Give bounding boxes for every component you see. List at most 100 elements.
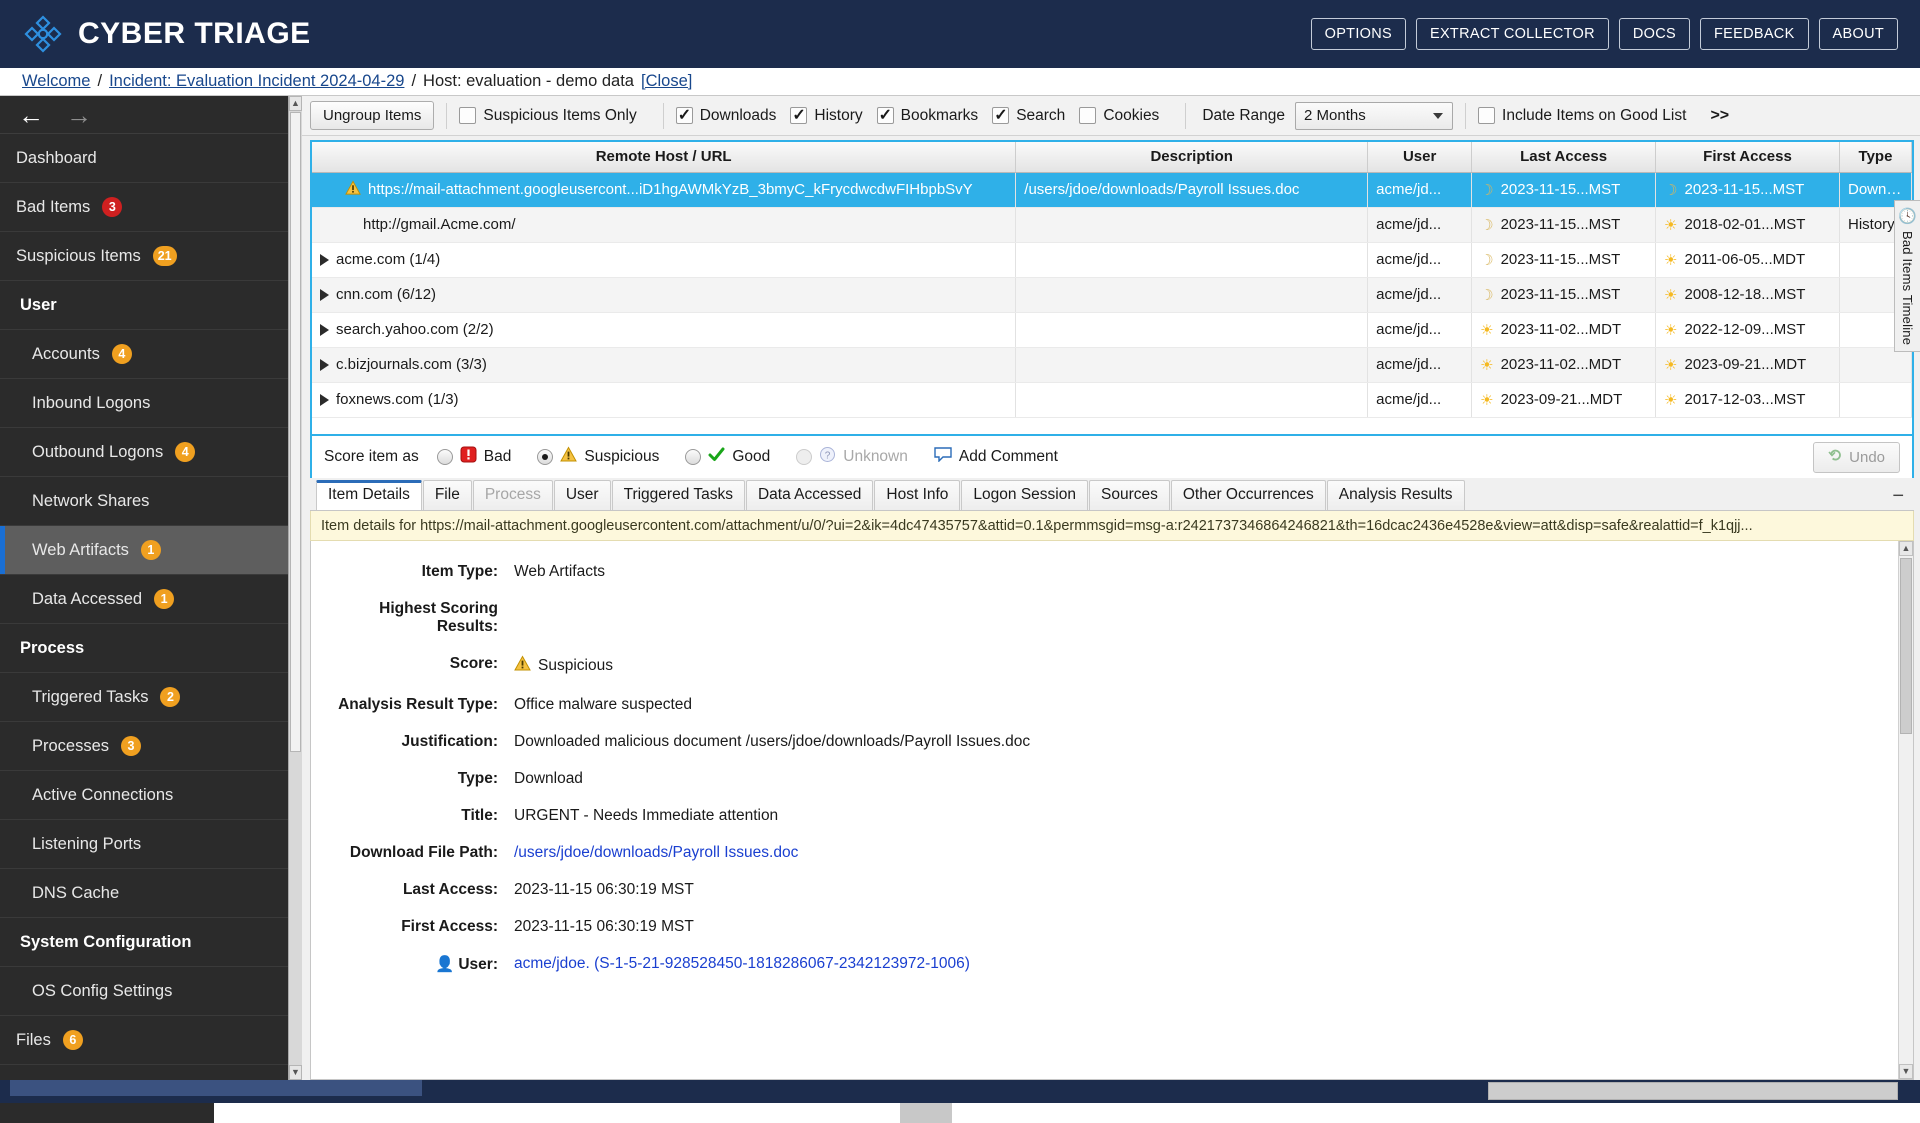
toolbar-more-icon[interactable]: >> (1706, 105, 1733, 127)
sidebar-item-accounts[interactable]: Accounts 4 (0, 330, 302, 379)
sidebar-item-os-config-settings[interactable]: OS Config Settings (0, 967, 302, 1016)
timestamp-text: 2008-12-18...MST (1684, 286, 1806, 303)
tab-logon-session[interactable]: Logon Session (961, 480, 1088, 510)
tab-triggered-tasks[interactable]: Triggered Tasks (611, 480, 745, 510)
expand-triangle-icon[interactable] (320, 253, 329, 266)
score-item-bar: Score item as Bad Suspicious Good ? Unkn… (310, 436, 1914, 478)
tab-data-accessed[interactable]: Data Accessed (745, 480, 874, 510)
table-column-header[interactable]: Type (1839, 142, 1912, 173)
search-checkbox[interactable]: Search (992, 105, 1065, 125)
bad-items-timeline-tab[interactable]: 🕓 Bad Items Timeline (1894, 200, 1920, 352)
scroll-down-icon[interactable]: ▼ (1899, 1064, 1913, 1079)
sidebar-item-files[interactable]: Files 6 (0, 1016, 302, 1065)
sidebar-item-label: Accounts (32, 344, 100, 363)
table-column-header[interactable]: Remote Host / URL (312, 142, 1017, 173)
date-range-select[interactable]: 2 Months (1295, 101, 1454, 130)
table-row[interactable]: cnn.com (6/12) acme/jd... ☽ 2023-11-15...MS… (312, 277, 1912, 313)
timestamp-text: 2023-09-21...MDT (1500, 391, 1623, 408)
tab-file[interactable]: File (422, 480, 472, 510)
breadcrumb-welcome[interactable]: Welcome (22, 72, 90, 91)
table-row[interactable]: foxnews.com (1/3) acme/jd... ☀ 2023-09-21..… (312, 382, 1912, 418)
breadcrumb-incident[interactable]: Incident: Evaluation Incident 2024-04-29 (109, 72, 404, 91)
about-button[interactable]: ABOUT (1818, 18, 1898, 50)
sidebar-scroll-thumb[interactable] (290, 112, 301, 752)
table-row[interactable]: c.bizjournals.com (3/3) acme/jd... ☀ 2023-1… (312, 347, 1912, 383)
include-good-list-checkbox[interactable]: Include Items on Good List (1478, 107, 1686, 125)
sidebar-item-outbound-logons[interactable]: Outbound Logons 4 (0, 428, 302, 477)
arrow-left-icon[interactable]: ← (18, 102, 44, 128)
sidebar-item-active-connections[interactable]: Active Connections (0, 771, 302, 820)
table-column-header[interactable]: User (1367, 142, 1473, 173)
details-scroll-thumb[interactable] (1900, 558, 1912, 734)
downloads-checkbox[interactable]: Downloads (675, 105, 776, 125)
expand-triangle-icon[interactable] (320, 358, 329, 371)
sidebar: ← → Dashboard Bad Items 3 Suspicious Items 2… (0, 96, 302, 1080)
table-column-header[interactable]: First Access (1655, 142, 1840, 173)
expand-triangle-icon[interactable] (320, 323, 329, 336)
sidebar-item-dns-cache[interactable]: DNS Cache (0, 869, 302, 918)
ungroup-items-button[interactable]: Ungroup Items (310, 101, 435, 130)
sidebar-item-dashboard[interactable]: Dashboard (0, 134, 302, 183)
scroll-up-icon[interactable]: ▲ (1899, 541, 1913, 556)
table-column-header[interactable]: Description (1015, 142, 1369, 173)
score-option-good[interactable]: Good (685, 446, 770, 468)
score-value-label: Suspicious (538, 657, 613, 674)
tab-user[interactable]: User (553, 480, 611, 510)
table-row[interactable]: search.yahoo.com (2/2) acme/jd... ☀ 2023-11… (312, 312, 1912, 348)
scroll-down-icon[interactable]: ▼ (289, 1065, 302, 1080)
sidebar-item-data-accessed[interactable]: Data Accessed 1 (0, 575, 302, 624)
suspicious-items-only-checkbox[interactable]: Suspicious Items Only (459, 107, 637, 125)
table-row[interactable]: https://mail-attachment.googleusercont..… (312, 172, 1912, 208)
options-button[interactable]: OPTIONS (1310, 18, 1406, 50)
table-row[interactable]: http://gmail.Acme.com/acme/jd... ☽ 2023-11… (312, 207, 1912, 243)
add-comment-button[interactable]: Add Comment (934, 447, 1058, 467)
feedback-button[interactable]: FEEDBACK (1699, 18, 1809, 50)
sidebar-item-label: Active Connections (32, 785, 174, 804)
user-link[interactable]: acme/jdoe. (S-1-5-21-928528450-181828606… (514, 955, 970, 974)
sidebar-item-listening-ports[interactable]: Listening Ports (0, 820, 302, 869)
arrow-right-icon[interactable]: → (66, 102, 92, 128)
sidebar-item-processes[interactable]: Processes 3 (0, 722, 302, 771)
checkbox-label: History (814, 106, 863, 124)
moon-icon: ☽ (1480, 216, 1494, 234)
sidebar-item-network-shares[interactable]: Network Shares (0, 477, 302, 526)
tab-other-occurrences[interactable]: Other Occurrences (1170, 480, 1326, 510)
table-row[interactable]: acme.com (1/4) acme/jd... ☽ 2023-11-15...MS… (312, 242, 1912, 278)
score-option-bad[interactable]: Bad (436, 446, 511, 468)
score-option-suspicious[interactable]: Suspicious (537, 446, 659, 468)
breadcrumb-close-link[interactable]: [Close] (641, 72, 692, 91)
table-column-header[interactable]: Last Access (1471, 142, 1657, 173)
minimize-icon[interactable]: − (1892, 486, 1904, 510)
detail-key: Highest Scoring Results: (379, 600, 498, 635)
detail-tabs: Item Details File Process User Triggered Tas… (310, 478, 1914, 511)
tab-host-info[interactable]: Host Info (874, 480, 961, 510)
expand-triangle-icon[interactable] (320, 393, 329, 406)
sidebar-item-suspicious-items[interactable]: Suspicious Items 21 (0, 232, 302, 281)
scroll-up-icon[interactable]: ▲ (289, 96, 302, 111)
horizontal-scrollbar[interactable] (1488, 1082, 1898, 1100)
checkbox-label: Include Items on Good List (1502, 106, 1687, 124)
sidebar-item-triggered-tasks[interactable]: Triggered Tasks 2 (0, 673, 302, 722)
tab-item-details[interactable]: Item Details (316, 480, 422, 510)
checkbox-box (459, 107, 477, 124)
toolbar-divider-2 (662, 102, 664, 129)
undo-button: Undo (1813, 441, 1900, 473)
tab-sources[interactable]: Sources (1088, 480, 1170, 510)
details-scrollbar[interactable]: ▲ ▼ (1898, 541, 1913, 1079)
sidebar-scrollbar[interactable]: ▲ ▼ (288, 96, 302, 1080)
history-checkbox[interactable]: History (790, 105, 863, 125)
extract-collector-button[interactable]: EXTRACT COLLECTOR (1415, 18, 1609, 50)
download-file-path-link[interactable]: /users/jdoe/downloads/Payroll Issues.doc (514, 844, 798, 862)
sidebar-item-web-artifacts[interactable]: Web Artifacts 1 (0, 526, 302, 575)
remote-host-url-text: http://gmail.Acme.com/ (363, 216, 516, 233)
sidebar-item-bad-items[interactable]: Bad Items 3 (0, 183, 302, 232)
sidebar-item-badge: 4 (111, 344, 132, 364)
sidebar-item-label: Triggered Tasks (32, 687, 149, 706)
expand-triangle-icon[interactable] (320, 288, 329, 301)
detail-key: Justification: (401, 733, 498, 750)
tab-analysis-results[interactable]: Analysis Results (1326, 480, 1465, 510)
sidebar-item-inbound-logons[interactable]: Inbound Logons (0, 379, 302, 428)
bookmarks-checkbox[interactable]: Bookmarks (876, 105, 978, 125)
cookies-checkbox[interactable]: Cookies (1079, 107, 1159, 125)
docs-button[interactable]: DOCS (1618, 18, 1690, 50)
